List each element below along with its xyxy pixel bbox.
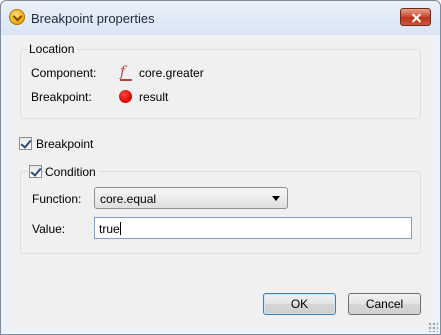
- resize-grip[interactable]: [428, 322, 438, 332]
- component-value: core.greater: [139, 66, 204, 80]
- dialog-title: Breakpoint properties: [31, 11, 155, 26]
- dropdown-arrow-icon: [272, 196, 280, 201]
- app-icon: [9, 9, 25, 25]
- value-input-text: true: [99, 222, 120, 236]
- breakpoint-dot-icon: [119, 90, 132, 103]
- location-group: Location: [20, 42, 421, 119]
- close-button[interactable]: [400, 8, 431, 26]
- location-legend: Location: [26, 42, 78, 56]
- function-icon: f: [120, 65, 132, 81]
- text-caret: [119, 222, 121, 235]
- title-bar: Breakpoint properties: [1, 1, 440, 35]
- condition-checkbox[interactable]: [29, 165, 42, 178]
- value-label: Value:: [32, 222, 66, 236]
- breakpoint-checkbox[interactable]: [19, 137, 32, 150]
- function-label: Function:: [32, 192, 82, 206]
- value-input[interactable]: true: [94, 217, 412, 239]
- dialog-body: Location Component: f core.greater Break…: [9, 35, 432, 328]
- function-select[interactable]: core.equal: [94, 187, 288, 209]
- breakpoint-value: result: [139, 90, 169, 104]
- condition-checkbox-label[interactable]: Condition: [45, 165, 99, 179]
- cancel-button[interactable]: Cancel: [348, 293, 421, 315]
- condition-group: [20, 171, 421, 254]
- breakpoint-checkbox-label[interactable]: Breakpoint: [36, 137, 93, 151]
- component-label: Component:: [31, 66, 97, 80]
- breakpoint-properties-dialog: Breakpoint properties Location Component…: [0, 0, 441, 335]
- ok-button[interactable]: OK: [263, 293, 336, 315]
- function-select-value: core.equal: [100, 192, 157, 206]
- breakpoint-label: Breakpoint:: [31, 90, 92, 104]
